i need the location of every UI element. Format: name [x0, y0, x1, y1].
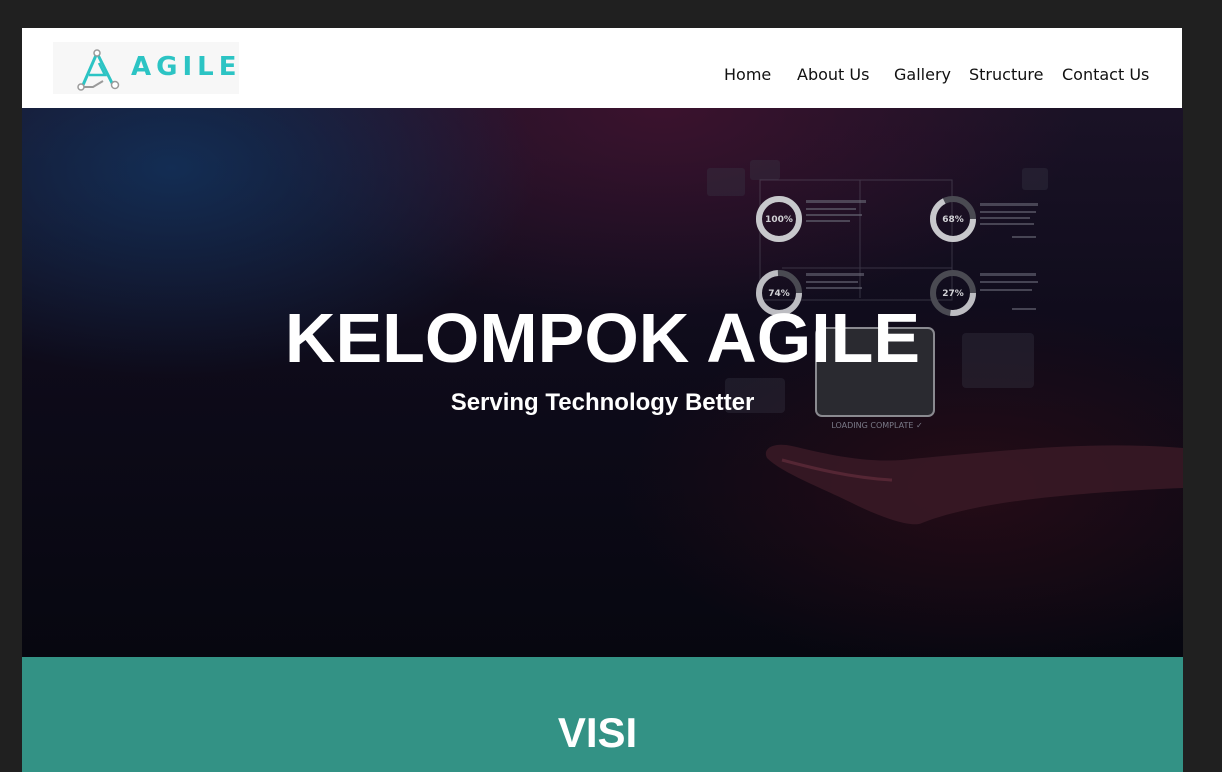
main-nav: Home About Us Gallery Structure Contact …: [22, 65, 1182, 89]
nav-contact-us[interactable]: Contact Us: [1062, 65, 1149, 84]
nav-gallery[interactable]: Gallery: [894, 65, 951, 84]
hero-subtitle: Serving Technology Better: [450, 389, 755, 416]
nav-home[interactable]: Home: [724, 65, 771, 84]
visi-section: VISI: [22, 657, 1183, 772]
nav-structure[interactable]: Structure: [969, 65, 1043, 84]
hero-background-image: 100% 68% 74% 27% LOADING COMPLATE ✓: [707, 160, 1183, 525]
visi-title: VISI: [557, 709, 638, 756]
hand-silhouette: [765, 444, 1183, 525]
hero-banner: 100% 68% 74% 27% LOADING COMPLATE ✓ KELO…: [22, 108, 1183, 657]
page: AGILE Home About Us Gallery Structure Co…: [22, 28, 1183, 772]
gauge-label: 100%: [765, 215, 793, 225]
hero-title: KELOMPOK AGILE: [284, 299, 921, 377]
loading-status: LOADING COMPLATE ✓: [831, 421, 922, 430]
gauge-label: 68%: [942, 215, 964, 225]
nav-about-us[interactable]: About Us: [797, 65, 869, 84]
navbar: AGILE Home About Us Gallery Structure Co…: [22, 28, 1182, 108]
